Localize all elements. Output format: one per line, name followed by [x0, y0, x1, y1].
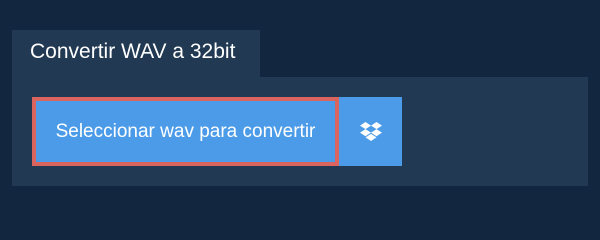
select-file-button[interactable]: Seleccionar wav para convertir	[32, 97, 339, 166]
upload-panel: Seleccionar wav para convertir	[12, 77, 588, 186]
dropbox-button[interactable]	[339, 97, 402, 166]
tab-title: Convertir WAV a 32bit	[30, 40, 236, 63]
dropbox-icon	[359, 121, 382, 142]
converter-tab: Convertir WAV a 32bit	[12, 30, 260, 77]
select-file-button-label: Seleccionar wav para convertir	[55, 120, 316, 142]
